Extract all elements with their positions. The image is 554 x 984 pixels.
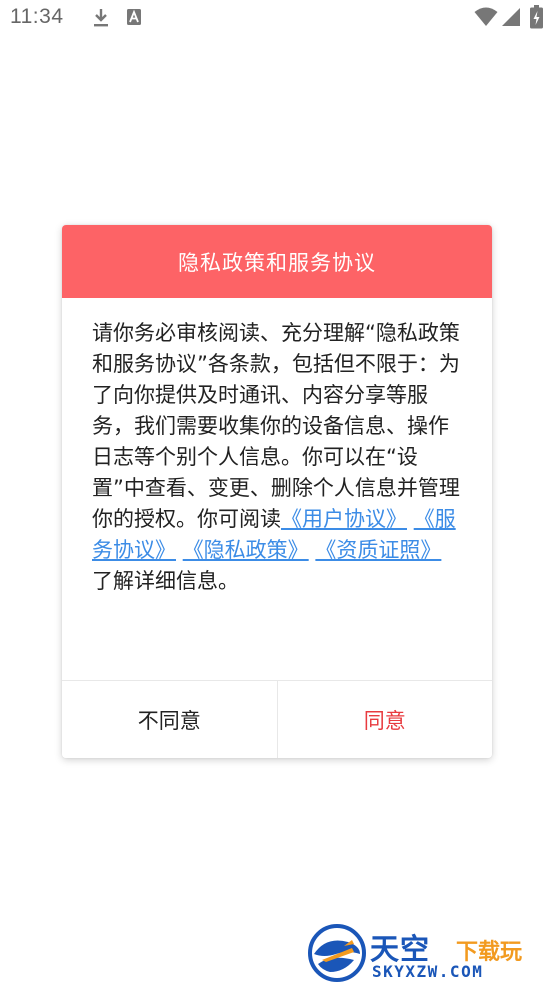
status-time: 11:34 bbox=[10, 5, 64, 28]
privacy-dialog: 隐私政策和服务协议 请你务必审核阅读、充分理解“隐私政策和服务协议”各条款，包括… bbox=[62, 225, 492, 758]
dialog-intro-text: 请你务必审核阅读、充分理解“隐私政策和服务协议”各条款，包括但不限于：为了向你提… bbox=[92, 321, 460, 531]
dialog-title: 隐私政策和服务协议 bbox=[178, 250, 376, 275]
status-bar: 11:34 bbox=[0, 0, 554, 36]
download-icon bbox=[92, 8, 110, 32]
qualification-link[interactable]: 《资质证照》 bbox=[315, 538, 441, 562]
user-agreement-link[interactable]: 《用户协议》 bbox=[281, 507, 407, 531]
signal-icon bbox=[502, 8, 520, 30]
disagree-button[interactable]: 不同意 bbox=[62, 681, 278, 758]
battery-charging-icon bbox=[530, 5, 543, 33]
watermark-globe-icon bbox=[308, 924, 366, 982]
notification-a-icon bbox=[126, 8, 142, 30]
privacy-policy-link[interactable]: 《隐私政策》 bbox=[183, 538, 309, 562]
agree-button[interactable]: 同意 bbox=[277, 681, 492, 758]
dialog-outro-text: 了解详细信息。 bbox=[92, 569, 239, 593]
dialog-text: 请你务必审核阅读、充分理解“隐私政策和服务协议”各条款，包括但不限于：为了向你提… bbox=[92, 318, 462, 597]
watermark-logo: 天空 下载玩 SKYXZW.COM bbox=[308, 924, 552, 982]
dialog-footer: 不同意 同意 bbox=[62, 680, 492, 758]
watermark-url-text: SKYXZW.COM bbox=[372, 962, 484, 981]
dialog-body: 请你务必审核阅读、充分理解“隐私政策和服务协议”各条款，包括但不限于：为了向你提… bbox=[62, 298, 492, 660]
wifi-icon bbox=[474, 7, 498, 31]
dialog-header: 隐私政策和服务协议 bbox=[62, 225, 492, 298]
